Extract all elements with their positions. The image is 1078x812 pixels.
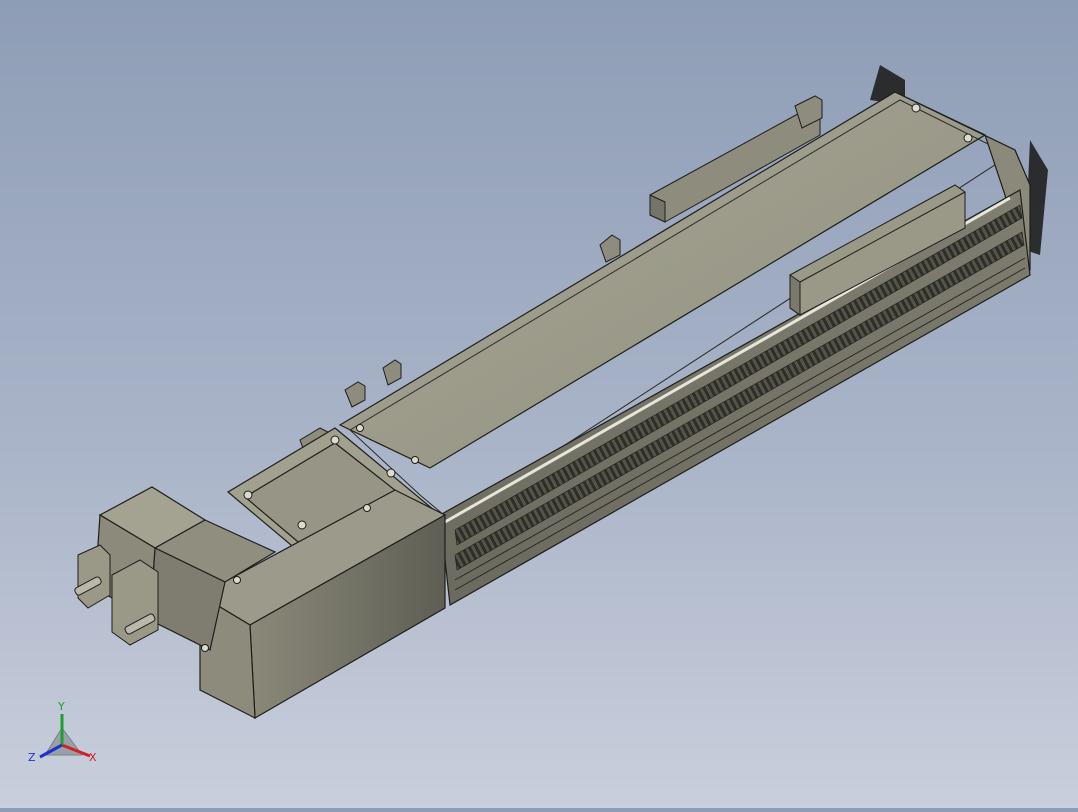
z-axis-label: Z (28, 751, 36, 764)
linear-actuator-model[interactable]: X Y Z (0, 0, 1078, 808)
y-axis-label: Y (57, 700, 65, 713)
3d-viewport[interactable]: X Y Z (0, 0, 1078, 808)
coordinate-triad: X Y Z (28, 700, 97, 764)
x-axis-label: X (89, 751, 97, 764)
